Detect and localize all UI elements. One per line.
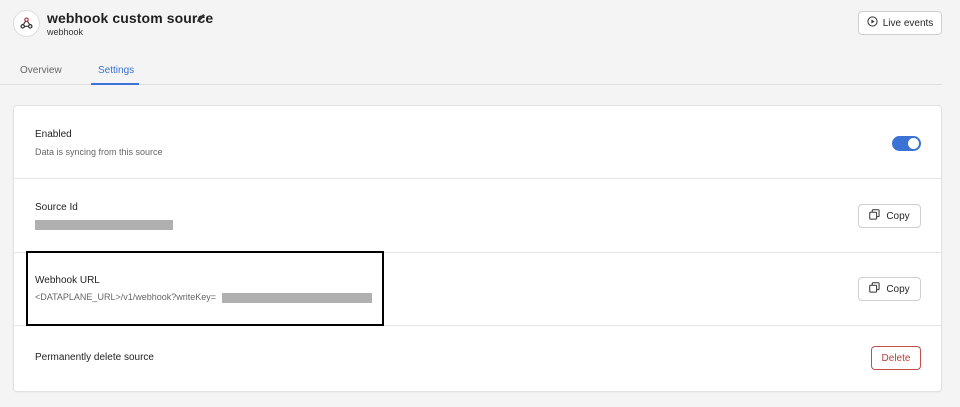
source-type-label: webhook xyxy=(47,27,84,37)
toggle-knob xyxy=(908,138,919,149)
copy-icon xyxy=(869,209,880,223)
copy-label: Copy xyxy=(886,210,910,222)
enabled-toggle[interactable] xyxy=(892,136,921,151)
page-title: webhook custom source xyxy=(47,10,214,26)
pencil-icon[interactable] xyxy=(195,11,207,23)
active-tab-indicator xyxy=(91,83,139,85)
tab-bar: Overview Settings xyxy=(0,58,942,85)
tab-settings[interactable]: Settings xyxy=(98,65,134,76)
source-id-label: Source Id xyxy=(35,202,78,213)
copy-label: Copy xyxy=(886,283,910,295)
enabled-label: Enabled xyxy=(35,129,72,140)
copy-icon xyxy=(869,282,880,296)
live-events-button[interactable]: Live events xyxy=(858,11,942,35)
page-header: webhook custom source webhook Live event… xyxy=(0,0,960,52)
enabled-row: Enabled Data is syncing from this source xyxy=(14,106,941,179)
copy-source-id-button[interactable]: Copy xyxy=(858,204,921,228)
copy-webhook-url-button[interactable]: Copy xyxy=(858,277,921,301)
settings-card: Enabled Data is syncing from this source… xyxy=(13,105,942,392)
play-circle-icon xyxy=(867,16,878,30)
delete-source-label: Permanently delete source xyxy=(35,352,154,363)
delete-source-row: Permanently delete source Delete xyxy=(14,326,941,391)
webhook-icon xyxy=(13,10,40,37)
source-id-row: Source Id Copy xyxy=(14,179,941,253)
enabled-description: Data is syncing from this source xyxy=(35,147,163,157)
source-id-value-redacted xyxy=(35,220,173,230)
delete-source-button[interactable]: Delete xyxy=(871,346,921,370)
live-events-label: Live events xyxy=(882,17,934,29)
tab-overview[interactable]: Overview xyxy=(20,65,62,76)
annotation-highlight-box xyxy=(26,251,384,326)
